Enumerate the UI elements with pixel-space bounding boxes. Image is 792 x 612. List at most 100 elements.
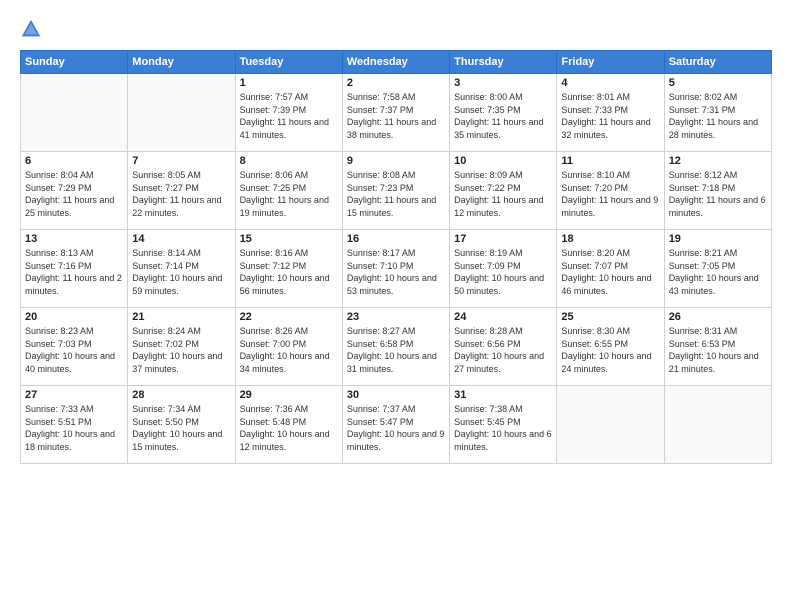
day-number: 24 xyxy=(454,311,552,323)
calendar-cell: 28 Sunrise: 7:34 AMSunset: 5:50 PMDayligh… xyxy=(128,386,235,464)
calendar-cell: 23 Sunrise: 8:27 AMSunset: 6:58 PMDayligh… xyxy=(342,308,449,386)
cell-info: Sunrise: 8:28 AMSunset: 6:56 PMDaylight:… xyxy=(454,325,552,375)
calendar-cell: 17 Sunrise: 8:19 AMSunset: 7:09 PMDayligh… xyxy=(450,230,557,308)
cell-info: Sunrise: 8:16 AMSunset: 7:12 PMDaylight:… xyxy=(240,247,338,297)
cell-info: Sunrise: 8:09 AMSunset: 7:22 PMDaylight:… xyxy=(454,169,552,219)
day-number: 30 xyxy=(347,389,445,401)
calendar-cell: 11Sunrise: 8:10 AMSunset: 7:20 PMDayligh… xyxy=(557,152,664,230)
calendar-cell: 16 Sunrise: 8:17 AMSunset: 7:10 PMDayligh… xyxy=(342,230,449,308)
cell-info: Sunrise: 8:23 AMSunset: 7:03 PMDaylight:… xyxy=(25,325,123,375)
day-number: 13 xyxy=(25,233,123,245)
cell-info: Sunrise: 8:05 AMSunset: 7:27 PMDaylight:… xyxy=(132,169,230,219)
calendar-cell: 1 Sunrise: 7:57 AMSunset: 7:39 PMDaylight… xyxy=(235,74,342,152)
calendar-cell: 29 Sunrise: 7:36 AMSunset: 5:48 PMDayligh… xyxy=(235,386,342,464)
cell-info: Sunrise: 8:21 AMSunset: 7:05 PMDaylight:… xyxy=(669,247,767,297)
day-number: 26 xyxy=(669,311,767,323)
calendar-cell: 9 Sunrise: 8:08 AMSunset: 7:23 PMDaylight… xyxy=(342,152,449,230)
calendar-cell xyxy=(128,74,235,152)
day-number: 22 xyxy=(240,311,338,323)
day-header-thursday: Thursday xyxy=(450,51,557,74)
day-header-saturday: Saturday xyxy=(664,51,771,74)
day-number: 5 xyxy=(669,77,767,89)
day-number: 9 xyxy=(347,155,445,167)
week-row-3: 20 Sunrise: 8:23 AMSunset: 7:03 PMDayligh… xyxy=(21,308,772,386)
cell-info: Sunrise: 8:02 AMSunset: 7:31 PMDaylight:… xyxy=(669,91,767,141)
cell-info: Sunrise: 8:00 AMSunset: 7:35 PMDaylight:… xyxy=(454,91,552,141)
calendar-cell: 10 Sunrise: 8:09 AMSunset: 7:22 PMDayligh… xyxy=(450,152,557,230)
day-number: 15 xyxy=(240,233,338,245)
cell-info: Sunrise: 8:14 AMSunset: 7:14 PMDaylight:… xyxy=(132,247,230,297)
week-row-0: 1 Sunrise: 7:57 AMSunset: 7:39 PMDaylight… xyxy=(21,74,772,152)
day-number: 16 xyxy=(347,233,445,245)
calendar-cell: 13Sunrise: 8:13 AMSunset: 7:16 PMDayligh… xyxy=(21,230,128,308)
day-header-monday: Monday xyxy=(128,51,235,74)
calendar-cell: 31Sunrise: 7:38 AMSunset: 5:45 PMDayligh… xyxy=(450,386,557,464)
calendar-cell: 27 Sunrise: 7:33 AMSunset: 5:51 PMDayligh… xyxy=(21,386,128,464)
calendar-cell: 2 Sunrise: 7:58 AMSunset: 7:37 PMDaylight… xyxy=(342,74,449,152)
day-header-tuesday: Tuesday xyxy=(235,51,342,74)
calendar-table: SundayMondayTuesdayWednesdayThursdayFrid… xyxy=(20,50,772,464)
calendar-cell: 7 Sunrise: 8:05 AMSunset: 7:27 PMDaylight… xyxy=(128,152,235,230)
day-number: 17 xyxy=(454,233,552,245)
calendar-cell: 3 Sunrise: 8:00 AMSunset: 7:35 PMDaylight… xyxy=(450,74,557,152)
calendar-cell: 19 Sunrise: 8:21 AMSunset: 7:05 PMDayligh… xyxy=(664,230,771,308)
calendar-cell: 12 Sunrise: 8:12 AMSunset: 7:18 PMDayligh… xyxy=(664,152,771,230)
cell-info: Sunrise: 7:34 AMSunset: 5:50 PMDaylight:… xyxy=(132,403,230,453)
cell-info: Sunrise: 8:30 AMSunset: 6:55 PMDaylight:… xyxy=(561,325,659,375)
calendar-cell: 22 Sunrise: 8:26 AMSunset: 7:00 PMDayligh… xyxy=(235,308,342,386)
day-number: 1 xyxy=(240,77,338,89)
week-row-1: 6Sunrise: 8:04 AMSunset: 7:29 PMDaylight… xyxy=(21,152,772,230)
cell-info: Sunrise: 7:37 AMSunset: 5:47 PMDaylight:… xyxy=(347,403,445,453)
cell-info: Sunrise: 7:57 AMSunset: 7:39 PMDaylight:… xyxy=(240,91,338,141)
calendar-header-row: SundayMondayTuesdayWednesdayThursdayFrid… xyxy=(21,51,772,74)
cell-info: Sunrise: 7:33 AMSunset: 5:51 PMDaylight:… xyxy=(25,403,123,453)
header xyxy=(20,18,772,40)
day-number: 23 xyxy=(347,311,445,323)
calendar-cell: 6Sunrise: 8:04 AMSunset: 7:29 PMDaylight… xyxy=(21,152,128,230)
cell-info: Sunrise: 8:19 AMSunset: 7:09 PMDaylight:… xyxy=(454,247,552,297)
day-number: 3 xyxy=(454,77,552,89)
day-number: 31 xyxy=(454,389,552,401)
calendar-cell: 15 Sunrise: 8:16 AMSunset: 7:12 PMDayligh… xyxy=(235,230,342,308)
cell-info: Sunrise: 8:31 AMSunset: 6:53 PMDaylight:… xyxy=(669,325,767,375)
day-number: 25 xyxy=(561,311,659,323)
calendar-cell: 5 Sunrise: 8:02 AMSunset: 7:31 PMDaylight… xyxy=(664,74,771,152)
calendar-cell xyxy=(664,386,771,464)
day-number: 27 xyxy=(25,389,123,401)
day-number: 28 xyxy=(132,389,230,401)
calendar-cell: 8Sunrise: 8:06 AMSunset: 7:25 PMDaylight… xyxy=(235,152,342,230)
day-header-wednesday: Wednesday xyxy=(342,51,449,74)
cell-info: Sunrise: 8:24 AMSunset: 7:02 PMDaylight:… xyxy=(132,325,230,375)
cell-info: Sunrise: 8:17 AMSunset: 7:10 PMDaylight:… xyxy=(347,247,445,297)
cell-info: Sunrise: 7:58 AMSunset: 7:37 PMDaylight:… xyxy=(347,91,445,141)
calendar-cell: 4Sunrise: 8:01 AMSunset: 7:33 PMDaylight… xyxy=(557,74,664,152)
day-number: 2 xyxy=(347,77,445,89)
calendar-cell: 21 Sunrise: 8:24 AMSunset: 7:02 PMDayligh… xyxy=(128,308,235,386)
calendar-cell xyxy=(557,386,664,464)
day-number: 21 xyxy=(132,311,230,323)
cell-info: Sunrise: 8:08 AMSunset: 7:23 PMDaylight:… xyxy=(347,169,445,219)
cell-info: Sunrise: 8:27 AMSunset: 6:58 PMDaylight:… xyxy=(347,325,445,375)
day-number: 7 xyxy=(132,155,230,167)
day-number: 11 xyxy=(561,155,659,167)
week-row-4: 27 Sunrise: 7:33 AMSunset: 5:51 PMDayligh… xyxy=(21,386,772,464)
cell-info: Sunrise: 8:12 AMSunset: 7:18 PMDaylight:… xyxy=(669,169,767,219)
day-number: 10 xyxy=(454,155,552,167)
calendar-cell: 14Sunrise: 8:14 AMSunset: 7:14 PMDayligh… xyxy=(128,230,235,308)
day-number: 20 xyxy=(25,311,123,323)
day-number: 12 xyxy=(669,155,767,167)
cell-info: Sunrise: 8:20 AMSunset: 7:07 PMDaylight:… xyxy=(561,247,659,297)
cell-info: Sunrise: 8:26 AMSunset: 7:00 PMDaylight:… xyxy=(240,325,338,375)
calendar-cell: 25 Sunrise: 8:30 AMSunset: 6:55 PMDayligh… xyxy=(557,308,664,386)
day-number: 19 xyxy=(669,233,767,245)
calendar-cell: 18Sunrise: 8:20 AMSunset: 7:07 PMDayligh… xyxy=(557,230,664,308)
calendar-cell: 30 Sunrise: 7:37 AMSunset: 5:47 PMDayligh… xyxy=(342,386,449,464)
cell-info: Sunrise: 8:06 AMSunset: 7:25 PMDaylight:… xyxy=(240,169,338,219)
day-number: 4 xyxy=(561,77,659,89)
logo-icon xyxy=(20,18,42,40)
day-number: 29 xyxy=(240,389,338,401)
day-header-friday: Friday xyxy=(557,51,664,74)
cell-info: Sunrise: 7:36 AMSunset: 5:48 PMDaylight:… xyxy=(240,403,338,453)
calendar-cell: 24 Sunrise: 8:28 AMSunset: 6:56 PMDayligh… xyxy=(450,308,557,386)
cell-info: Sunrise: 8:04 AMSunset: 7:29 PMDaylight:… xyxy=(25,169,123,219)
